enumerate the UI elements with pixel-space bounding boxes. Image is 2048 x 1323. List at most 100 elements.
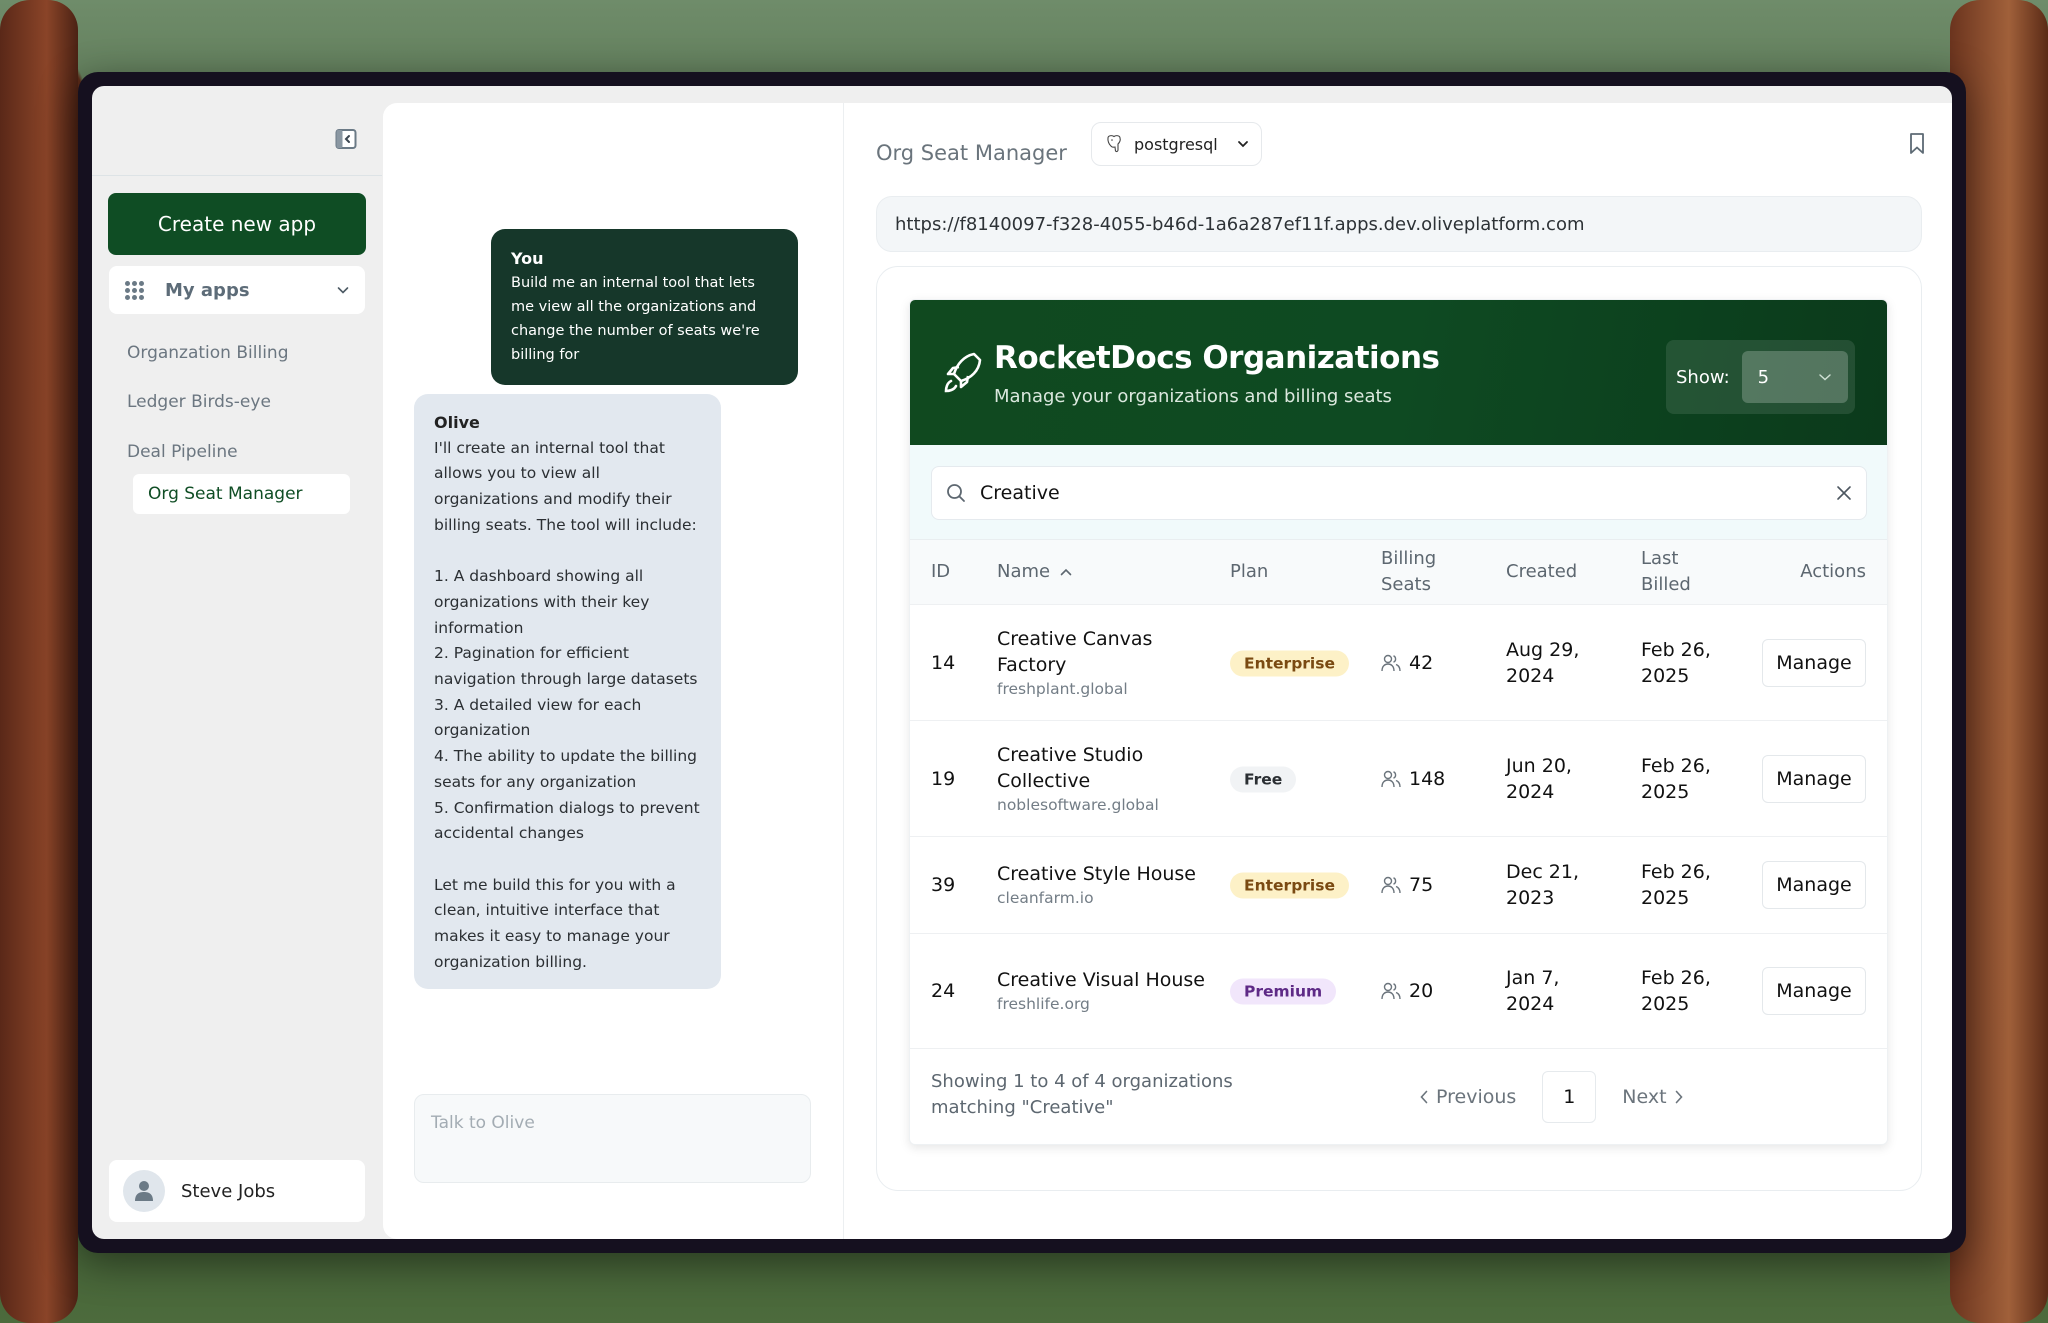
users-icon [1381,876,1401,894]
date-line: 2024 [1506,664,1555,687]
date-line: Feb 26, [1641,638,1711,661]
app-preview-panel: Org Seat Manager postgresql https://f814… [845,103,1952,1239]
chevron-down-icon [337,287,349,294]
search-field[interactable] [931,466,1867,520]
table-row: 24 Creative Visual House freshlife.org Prem… [910,934,1887,1049]
last-billed-date: Feb 26, 2025 [1641,859,1711,911]
billing-seats-cell: 20 [1381,978,1433,1004]
actions-cell: Manage [1762,967,1866,1015]
seat-count: 75 [1409,874,1434,896]
plan-cell: Premium [1230,978,1337,1005]
sidebar-item-deal-pipeline[interactable]: Deal Pipeline [127,442,238,462]
column-label: Seats [1381,574,1431,595]
created-date: Jun 20, 2024 [1506,753,1572,805]
org-name: Creative Studio [997,743,1144,766]
sidebar-item-org-seat-manager[interactable]: Org Seat Manager [133,474,350,514]
preview-frame: RocketDocs Organizations Manage your org… [876,266,1922,1191]
embedded-app: RocketDocs Organizations Manage your org… [909,299,1888,1145]
column-header-billing-seats[interactable]: Billing Seats [1381,546,1436,598]
users-icon [1381,982,1401,1000]
column-header-id[interactable]: ID [931,559,950,585]
next-page-button[interactable]: Next [1622,1086,1683,1108]
sidebar-item-ledger-birds-eye[interactable]: Ledger Birds-eye [127,392,271,412]
org-name: Collective [997,769,1091,792]
date-line: Jun 20, [1506,754,1572,777]
chevron-down-icon [1818,374,1831,381]
database-select[interactable]: postgresql [1091,122,1262,166]
plan-cell: Enterprise [1230,872,1349,899]
create-new-app-button[interactable]: Create new app [108,193,366,255]
plan-badge: Enterprise [1230,872,1349,899]
seat-count: 20 [1409,980,1434,1002]
date-line: 2025 [1641,887,1690,909]
page-size-select[interactable]: 5 [1741,351,1848,403]
column-label: Last [1641,548,1679,569]
previous-page-button[interactable]: Previous [1420,1086,1516,1108]
user-message: You Build me an internal tool that lets … [491,229,798,385]
page-size-control: Show: 5 [1666,340,1855,414]
app-subtitle: Manage your organizations and billing se… [994,386,1392,407]
search-input[interactable] [980,482,1836,504]
table-row: 19 Creative Studio Collective noblesoftware… [910,721,1887,837]
results-summary-line: matching "Creative" [931,1097,1114,1118]
users-icon [1381,654,1401,671]
seat-count: 42 [1409,651,1434,674]
chat-input[interactable] [414,1094,811,1183]
bookmark-button[interactable] [1903,129,1931,159]
apps-grid-icon [125,281,144,300]
column-header-last-billed[interactable]: Last Billed [1641,546,1691,598]
date-line: 2025 [1641,993,1690,1015]
date-line: Feb 26, [1641,754,1711,777]
manage-button[interactable]: Manage [1762,861,1866,909]
database-name: postgresql [1134,134,1218,154]
date-line: Aug 29, [1506,638,1580,661]
search-area [910,445,1887,540]
column-header-name[interactable]: Name [997,559,1072,585]
message-sender: Olive [434,413,480,432]
user-profile-button[interactable]: Steve Jobs [109,1160,365,1222]
my-apps-dropdown[interactable]: My apps [109,266,365,314]
clear-search-icon[interactable] [1836,485,1852,501]
search-icon [947,484,965,502]
date-line: Feb 26, [1641,967,1711,989]
manage-button[interactable]: Manage [1762,638,1866,687]
table-row: 14 Creative Canvas Factory freshplant.globa… [910,605,1887,721]
chevron-left-icon [1420,1090,1428,1104]
users-icon [1381,770,1401,787]
page-size-value: 5 [1757,366,1770,388]
assistant-message: Olive I'll create an internal tool that a… [414,394,721,990]
table-body: 14 Creative Canvas Factory freshplant.globa… [910,605,1887,1049]
column-header-plan[interactable]: Plan [1230,559,1268,585]
org-name: Creative Canvas [997,627,1153,650]
date-line: 2023 [1506,887,1555,909]
collapse-sidebar-button[interactable] [335,128,357,150]
page-number-button[interactable]: 1 [1542,1071,1597,1123]
last-billed-date: Feb 26, 2025 [1641,753,1711,805]
app-title: RocketDocs Organizations [994,340,1440,376]
org-domain: freshplant.global [997,679,1128,698]
plan-badge: Premium [1230,978,1337,1005]
main-panel: You Build me an internal tool that lets … [383,103,1952,1239]
manage-button[interactable]: Manage [1762,967,1866,1015]
org-name: Creative Style House [997,863,1196,885]
manage-button[interactable]: Manage [1762,754,1866,803]
table-row: 39 Creative Style House cleanfarm.io Enterp… [910,837,1887,934]
actions-cell: Manage [1762,754,1866,803]
column-header-created[interactable]: Created [1506,559,1577,585]
my-apps-label: My apps [165,279,250,301]
sidebar-item-organization-billing[interactable]: Organzation Billing [127,343,288,363]
date-line: 2025 [1641,780,1690,803]
column-label: Billing [1381,548,1437,569]
date-line: 2024 [1506,780,1555,803]
pagination: Previous 1 Next [1420,1071,1683,1123]
column-label: Billed [1641,574,1691,595]
url-bar[interactable]: https://f8140097-f328-4055-b46d-1a6a287e… [876,196,1922,252]
background-tree-left [0,0,78,1323]
table-footer: Showing 1 to 4 of 4 organizations matchi… [910,1049,1887,1144]
chevron-down-icon [1238,141,1248,148]
chevron-right-icon [1675,1090,1683,1104]
date-line: Jan 7, [1506,967,1560,989]
org-name: Factory [997,653,1067,676]
results-summary: Showing 1 to 4 of 4 organizations matchi… [931,1069,1233,1121]
created-date: Aug 29, 2024 [1506,637,1579,689]
